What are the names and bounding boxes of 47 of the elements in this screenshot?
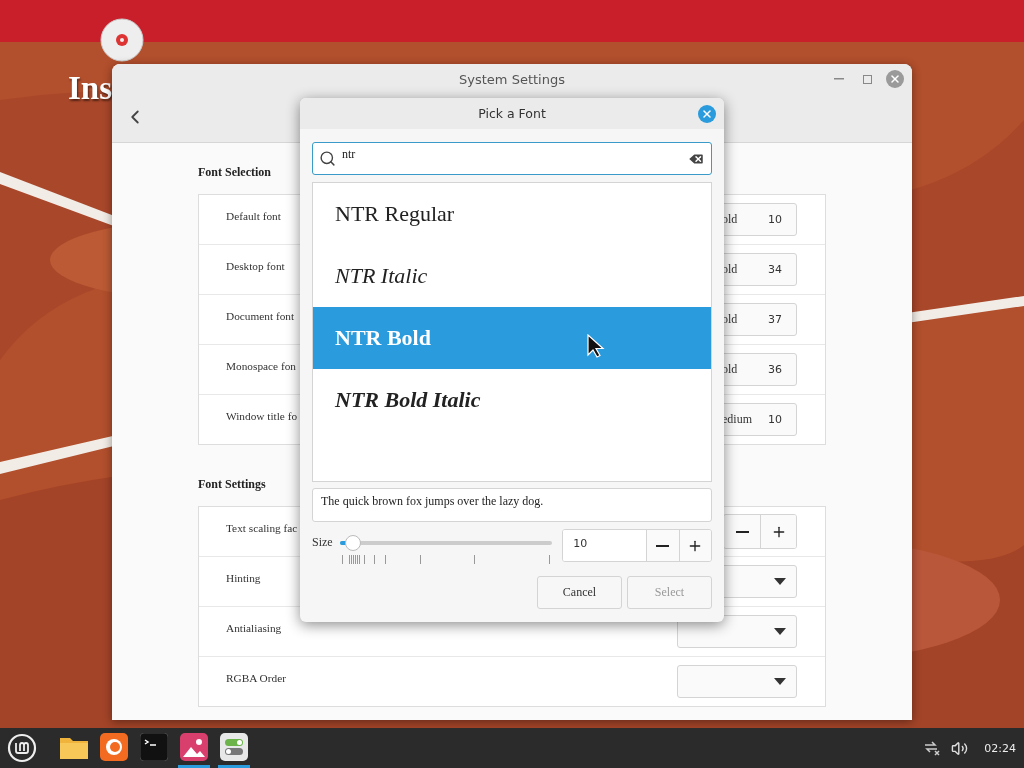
- close-button[interactable]: [698, 105, 716, 123]
- caret-icon: [774, 678, 786, 685]
- network-off-icon: [923, 740, 942, 756]
- volume-button[interactable]: [951, 739, 969, 757]
- search-field[interactable]: ntr: [312, 142, 712, 175]
- size-label: Size: [312, 535, 334, 550]
- setting-label: Text scaling fac: [226, 521, 298, 534]
- volume-icon: [951, 739, 969, 757]
- setting-label: RGBA Order: [226, 671, 286, 684]
- increase-button[interactable]: [760, 515, 796, 548]
- window-title: System Settings: [459, 72, 565, 87]
- dialog-title: Pick a Font: [478, 106, 546, 121]
- fox-icon: [100, 732, 128, 761]
- section-title: Font Settings: [198, 477, 266, 492]
- terminal-icon: [140, 732, 168, 761]
- decrease-button[interactable]: [724, 515, 760, 548]
- network-button[interactable]: [923, 740, 942, 756]
- mint-logo-icon: [7, 733, 37, 763]
- setting-label: Monospace fon: [226, 359, 296, 372]
- setting-label: Document font: [226, 309, 295, 322]
- setting-label: Window title fo: [226, 409, 298, 422]
- size-slider[interactable]: [340, 535, 553, 551]
- section-title: Font Selection: [198, 165, 271, 180]
- setting-label: Hinting: [226, 571, 261, 584]
- toggles-icon: [220, 732, 248, 761]
- preview-field[interactable]: The quick brown fox jumps over the lazy dog.: [312, 488, 712, 522]
- image-icon: [180, 732, 208, 761]
- close-icon: [889, 73, 901, 85]
- clock[interactable]: 02:24: [984, 741, 1016, 755]
- caret-icon: [774, 578, 786, 585]
- close-button[interactable]: [886, 70, 904, 88]
- close-icon: [701, 108, 713, 120]
- search-icon: [319, 150, 336, 167]
- preview-text: The quick brown fox jumps over the lazy dog.: [321, 493, 544, 509]
- caret-icon: [774, 628, 786, 635]
- setting-label: Antialiasing: [226, 621, 282, 634]
- desktop-icon-label[interactable]: Ins: [68, 70, 113, 107]
- dialog-button[interactable]: Cancel: [537, 576, 622, 609]
- minus-icon: [735, 530, 749, 533]
- cursor-icon: [587, 334, 605, 358]
- minimize-icon: [834, 78, 844, 80]
- setting-label: Desktop font: [226, 259, 285, 272]
- setting-label: Default font: [226, 209, 281, 222]
- slider-thumb[interactable]: [345, 535, 361, 551]
- menu-button[interactable]: [6, 732, 38, 764]
- maximize-icon: [862, 74, 872, 84]
- disc-icon: [100, 18, 144, 62]
